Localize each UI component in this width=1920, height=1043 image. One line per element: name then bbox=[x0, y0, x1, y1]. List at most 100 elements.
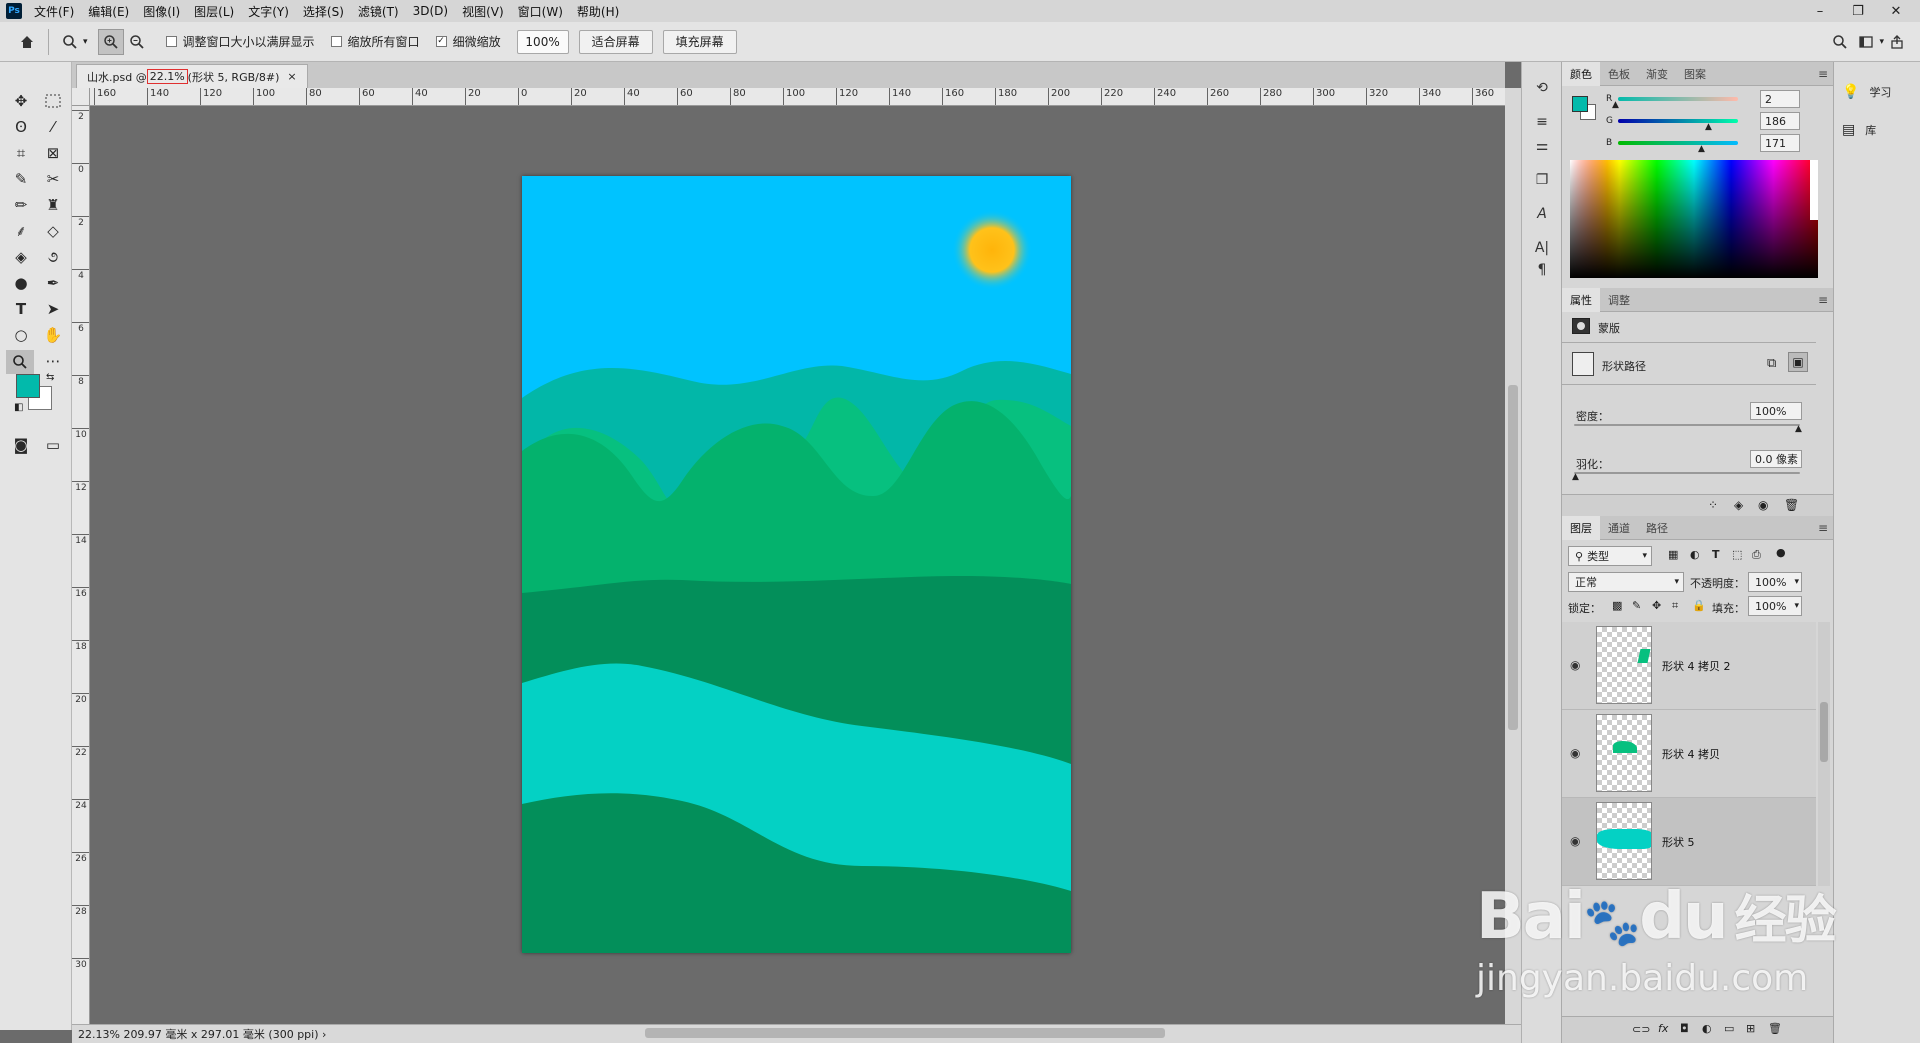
density-input[interactable]: 100% bbox=[1750, 402, 1802, 420]
visibility-toggle-icon[interactable]: ◉ bbox=[1758, 498, 1768, 512]
adjustment-layer-icon[interactable]: ◐ bbox=[1702, 1022, 1712, 1035]
more-tools-icon[interactable]: ⋯ bbox=[40, 350, 66, 372]
foreground-color-swatch[interactable] bbox=[16, 374, 40, 398]
crop-tool-icon[interactable]: ⌗ bbox=[8, 142, 34, 164]
menu-select[interactable]: 选择(S) bbox=[303, 3, 344, 20]
checkbox-checked[interactable]: ✓ bbox=[435, 36, 447, 47]
magic-wand-icon[interactable]: ⁄ bbox=[40, 116, 66, 138]
screen-mode-icon[interactable]: ▭ bbox=[40, 434, 66, 456]
apply-mask-icon[interactable]: ◈ bbox=[1734, 498, 1743, 512]
menu-image[interactable]: 图像(I) bbox=[143, 3, 180, 20]
checkbox-box[interactable] bbox=[165, 36, 177, 47]
filter-type-icon[interactable]: T bbox=[1712, 548, 1720, 561]
learn-item[interactable]: 💡 学习 bbox=[1842, 84, 1891, 100]
zoom-value-field[interactable]: 100% bbox=[516, 29, 569, 54]
lock-pixels-icon[interactable]: ✎ bbox=[1632, 599, 1641, 612]
share-icon[interactable] bbox=[1884, 29, 1910, 55]
delete-mask-icon[interactable]: 🗑 bbox=[1784, 498, 1799, 512]
opacity-input[interactable]: 100% ▾ bbox=[1748, 572, 1802, 592]
default-colors-icon[interactable]: ◧ bbox=[14, 402, 23, 413]
chevron-down-icon[interactable]: ▾ bbox=[83, 37, 88, 47]
tab-gradients[interactable]: 渐变 bbox=[1638, 62, 1676, 86]
paragraph-icon[interactable]: ¶ bbox=[1530, 258, 1554, 282]
menu-help[interactable]: 帮助(H) bbox=[577, 3, 619, 20]
tab-properties[interactable]: 属性 bbox=[1562, 287, 1600, 312]
layer-fx-icon[interactable]: fx bbox=[1658, 1022, 1668, 1035]
blur-tool-icon[interactable]: ૭ bbox=[40, 246, 66, 268]
healing-brush-icon[interactable]: ✂ bbox=[40, 168, 66, 190]
layer-row[interactable]: ◉ 形状 4 拷贝 bbox=[1562, 710, 1816, 798]
layer-filter-select[interactable]: ⚲ 类型 ▾ bbox=[1568, 546, 1652, 566]
fill-input[interactable]: 100% ▾ bbox=[1748, 596, 1802, 616]
dodge-tool-icon[interactable]: ● bbox=[8, 272, 34, 294]
b-value-input[interactable]: 171 bbox=[1760, 134, 1800, 152]
search-icon[interactable] bbox=[1827, 29, 1853, 55]
r-value-input[interactable]: 2 bbox=[1760, 90, 1800, 108]
b-slider-handle-icon[interactable]: ▲ bbox=[1698, 144, 1705, 154]
history-brush-icon[interactable]: ⸙ bbox=[8, 220, 34, 242]
lasso-tool-icon[interactable]: ʘ bbox=[8, 116, 34, 138]
brush-settings-icon[interactable]: ≡ bbox=[1530, 110, 1554, 134]
b-slider[interactable] bbox=[1618, 141, 1738, 145]
marquee-tool-icon[interactable] bbox=[40, 90, 66, 112]
close-tab-icon[interactable]: × bbox=[287, 70, 296, 83]
blend-mode-select[interactable]: 正常 ▾ bbox=[1568, 572, 1684, 592]
menu-filter[interactable]: 滤镜(T) bbox=[358, 3, 399, 20]
color-fg-swatch[interactable] bbox=[1572, 96, 1588, 112]
filter-pixel-icon[interactable]: ▦ bbox=[1668, 548, 1678, 561]
layers-scrollbar[interactable] bbox=[1818, 622, 1830, 886]
delete-layer-icon[interactable]: 🗑 bbox=[1768, 1022, 1782, 1035]
tab-swatches[interactable]: 色板 bbox=[1600, 62, 1638, 86]
add-mask-icon[interactable]: ◘ bbox=[1680, 1022, 1689, 1035]
zoom-tool-active-icon[interactable] bbox=[6, 350, 34, 374]
tab-channels[interactable]: 通道 bbox=[1600, 516, 1638, 540]
lock-all-icon[interactable]: 🔒 bbox=[1692, 599, 1706, 612]
character-styles-icon[interactable]: A bbox=[1530, 202, 1554, 226]
color-spectrum[interactable] bbox=[1570, 160, 1818, 278]
layer-row[interactable]: ◉ 形状 4 拷贝 2 bbox=[1562, 622, 1816, 710]
r-slider-handle-icon[interactable]: ▲ bbox=[1612, 100, 1619, 110]
menu-type[interactable]: 文字(Y) bbox=[248, 3, 289, 20]
quick-mask-icon[interactable]: ◙ bbox=[8, 434, 34, 456]
menu-file[interactable]: 文件(F) bbox=[34, 3, 74, 20]
fill-screen-button[interactable]: 填充屏幕 bbox=[662, 29, 737, 54]
restore-button[interactable]: ❐ bbox=[1842, 2, 1874, 20]
g-value-input[interactable]: 186 bbox=[1760, 112, 1800, 130]
document-canvas[interactable] bbox=[522, 176, 1071, 953]
brush-tool-icon[interactable]: ✏ bbox=[8, 194, 34, 216]
move-tool-icon[interactable]: ✥ bbox=[8, 90, 34, 112]
character-icon[interactable]: A| bbox=[1530, 236, 1554, 260]
zoom-tool-icon[interactable] bbox=[57, 29, 83, 55]
panel-menu-icon[interactable]: ≡ bbox=[1818, 521, 1828, 535]
swap-colors-icon[interactable]: ⇆ bbox=[46, 372, 54, 383]
frame-tool-icon[interactable]: ⊠ bbox=[40, 142, 66, 164]
paint-bucket-icon[interactable]: ◈ bbox=[8, 246, 34, 268]
fit-screen-button[interactable]: 适合屏幕 bbox=[578, 29, 653, 54]
feather-slider-handle-icon[interactable]: ▲ bbox=[1572, 472, 1579, 482]
feather-slider[interactable] bbox=[1574, 472, 1800, 474]
layer-name[interactable]: 形状 4 拷贝 2 bbox=[1662, 658, 1731, 674]
g-slider[interactable] bbox=[1618, 119, 1738, 123]
eye-icon[interactable]: ◉ bbox=[1570, 746, 1580, 760]
resize-windows-checkbox[interactable]: 调整窗口大小以满屏显示 bbox=[165, 33, 315, 50]
stamp-tool-icon[interactable]: ♜ bbox=[40, 194, 66, 216]
workspace-icon[interactable] bbox=[1853, 29, 1879, 55]
lock-artboard-icon[interactable]: ⌗ bbox=[1672, 599, 1678, 613]
select-vector-mask-icon[interactable]: ⧉ bbox=[1767, 356, 1776, 371]
ellipse-tool-icon[interactable]: ○ bbox=[8, 324, 34, 346]
tab-color[interactable]: 颜色 bbox=[1562, 61, 1600, 86]
checkbox-box[interactable] bbox=[330, 36, 342, 47]
layer-name[interactable]: 形状 4 拷贝 bbox=[1662, 746, 1720, 762]
load-selection-icon[interactable]: ⁘ bbox=[1708, 498, 1718, 512]
vertical-scroll-thumb[interactable] bbox=[1508, 385, 1518, 730]
document-tab[interactable]: 山水.psd @ 22.1% (形状 5, RGB/8#) × bbox=[76, 64, 308, 88]
zoom-all-checkbox[interactable]: 缩放所有窗口 bbox=[330, 33, 420, 50]
eyedropper-icon[interactable]: ✎ bbox=[8, 168, 34, 190]
new-group-icon[interactable]: ▭ bbox=[1724, 1022, 1734, 1035]
panel-menu-icon[interactable]: ≡ bbox=[1818, 67, 1828, 81]
home-icon[interactable] bbox=[14, 29, 40, 55]
clone-source-icon[interactable]: ❐ bbox=[1530, 168, 1554, 192]
path-selection-icon[interactable]: ➤ bbox=[40, 298, 66, 320]
library-item[interactable]: ▤ 库 bbox=[1842, 122, 1876, 138]
menu-view[interactable]: 视图(V) bbox=[462, 3, 504, 20]
